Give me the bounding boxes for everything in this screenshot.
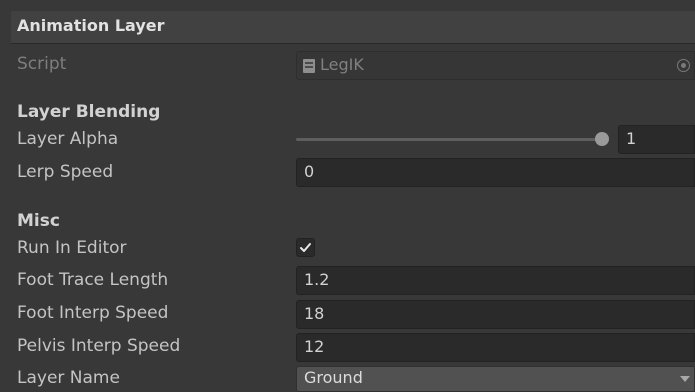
foot-interp-speed-value: 18 (304, 304, 325, 323)
script-field[interactable]: LegIK (296, 51, 695, 80)
layer-alpha-slider-thumb[interactable] (595, 132, 609, 146)
foot-trace-length-value: 1.2 (304, 270, 330, 289)
run-in-editor-label: Run In Editor (17, 238, 127, 258)
pelvis-interp-speed-input[interactable]: 12 (296, 333, 695, 362)
foot-interp-speed-label: Foot Interp Speed (17, 303, 169, 323)
script-value: LegIK (320, 55, 364, 74)
checkmark-icon (300, 243, 311, 252)
script-label: Script (17, 54, 67, 74)
layer-name-dropdown[interactable]: Ground (296, 366, 695, 392)
component-header[interactable]: Animation Layer (11, 11, 695, 44)
script-icon (303, 59, 315, 73)
lerp-speed-label: Lerp Speed (17, 162, 114, 182)
section-layer-blending: Layer Blending (17, 102, 161, 122)
foot-trace-length-label: Foot Trace Length (17, 270, 169, 290)
layer-alpha-label: Layer Alpha (17, 129, 119, 149)
layer-alpha-slider-track[interactable] (296, 138, 602, 141)
run-in-editor-checkbox[interactable] (296, 238, 315, 257)
pelvis-interp-speed-value: 12 (304, 337, 325, 356)
foot-interp-speed-input[interactable]: 18 (296, 300, 695, 329)
layer-name-label: Layer Name (17, 368, 120, 388)
layer-name-value: Ground (304, 368, 363, 387)
lerp-speed-value: 0 (304, 162, 315, 181)
inspector-panel: Animation Layer Script LegIK Layer Blend… (0, 0, 695, 392)
pelvis-interp-speed-label: Pelvis Interp Speed (17, 336, 181, 356)
object-picker-icon[interactable] (677, 59, 690, 72)
component-title: Animation Layer (17, 16, 165, 35)
layer-alpha-value: 1 (626, 129, 637, 148)
layer-alpha-input[interactable]: 1 (618, 125, 695, 154)
section-misc: Misc (17, 211, 60, 231)
lerp-speed-input[interactable]: 0 (296, 158, 695, 187)
chevron-down-icon (680, 376, 690, 382)
foot-trace-length-input[interactable]: 1.2 (296, 266, 695, 295)
